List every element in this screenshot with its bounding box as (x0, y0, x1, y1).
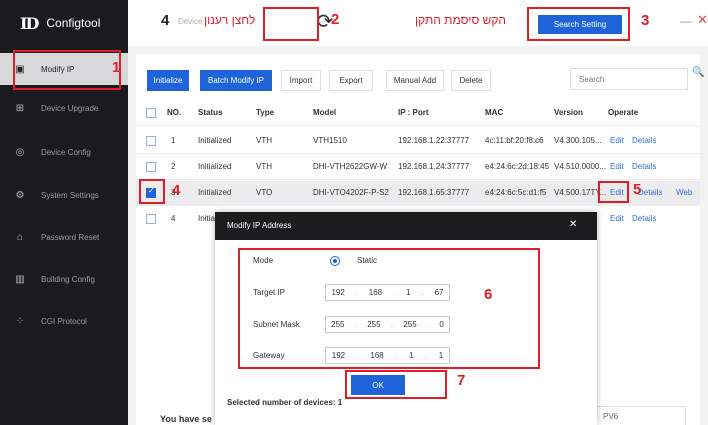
annotation-box-2 (263, 7, 319, 41)
row-type: VTH (256, 162, 272, 171)
upgrade-icon: ⊞ (15, 102, 25, 114)
row-status: Initialized (198, 188, 232, 197)
settings-icon: ⚙ (15, 189, 25, 201)
edit-link[interactable]: Edit (610, 207, 624, 231)
edit-link[interactable]: Edit (610, 129, 624, 153)
row-version: V4.300.105... (554, 136, 602, 145)
col-mac: MAC (485, 108, 504, 117)
initialize-button[interactable]: Initialize (147, 70, 189, 91)
annotation-number-1: 1 (112, 59, 121, 76)
annotation-number-4-top: 4 (161, 12, 170, 29)
row-mac: e4:24:6c:2d:18:45 (485, 162, 550, 171)
annotation-number-5: 5 (633, 181, 642, 198)
row-type: VTH (256, 136, 272, 145)
config-icon: ◎ (15, 146, 25, 158)
import-button[interactable]: Import (281, 70, 321, 91)
row-status: Initialized (198, 136, 232, 145)
row-ip-port: 192.168.1.24:37777 (398, 162, 470, 171)
annotation-number-3: 3 (641, 12, 650, 29)
sidebar-item-label: CGI Protocol (41, 316, 87, 326)
annotation-hebrew-search: הקש סיסמת התקן (415, 13, 506, 27)
row-model: DHI-VTO4202F-P-S2 (313, 188, 389, 197)
select-all-checkbox[interactable] (146, 108, 156, 118)
details-link[interactable]: Details (632, 155, 656, 179)
sidebar-item-building-config[interactable]: ▥ Building Config (0, 263, 128, 295)
details-link[interactable]: Details (638, 181, 662, 205)
selected-count-text: Selected number of devices: 1 (227, 398, 343, 407)
edit-link[interactable]: Edit (610, 155, 624, 179)
dialog-title: Modify IP Address (215, 212, 597, 240)
sidebar-item-label: Building Config (41, 274, 95, 284)
annotation-box-7 (345, 370, 447, 399)
sidebar-item-label: Device Config (41, 147, 91, 157)
col-model: Model (313, 108, 337, 117)
annotation-box-3 (527, 7, 630, 41)
row-type: VTO (256, 188, 273, 197)
app-logo: ID Configtool (0, 0, 128, 46)
export-button[interactable]: Export (329, 70, 373, 91)
row-checkbox[interactable] (146, 162, 156, 172)
row-ip-port: 192.168.1.65:37777 (398, 188, 470, 197)
sidebar-item-device-upgrade[interactable]: ⊞ Device Upgrade (0, 92, 128, 124)
table-row[interactable]: 2 Initialized VTH DHI-VTH2622GW-W 192.16… (136, 155, 700, 179)
web-link[interactable]: Web (676, 181, 692, 205)
logo-mark: ID (20, 13, 39, 33)
row-checkbox[interactable] (146, 136, 156, 146)
col-version: Version (554, 108, 583, 117)
row-mac: e4:24:6c:5c:d1:f5 (485, 188, 547, 197)
sidebar-item-cgi-protocol[interactable]: ⁘ CGI Protocol (0, 305, 128, 337)
table-header: NO. Status Type Model IP : Port MAC Vers… (136, 101, 700, 125)
dialog-close-icon[interactable]: ✕ (569, 219, 577, 230)
bottom-status-text: You have se (160, 414, 212, 424)
details-link[interactable]: Details (632, 129, 656, 153)
row-model: VTH1510 (313, 136, 347, 145)
lock-icon: ⌂ (16, 231, 24, 243)
col-operate: Operate (608, 108, 639, 117)
search-input[interactable] (570, 68, 688, 90)
annotation-box-5 (598, 181, 629, 203)
details-link[interactable]: Details (632, 207, 656, 231)
app-title: Configtool (46, 16, 101, 30)
minimize-icon[interactable]: — (680, 14, 692, 28)
row-ip-port: 192.168.1.22:37777 (398, 136, 470, 145)
sidebar-item-label: Password Reset (41, 232, 100, 242)
annotation-hebrew-refresh: לחצן רענון (204, 13, 256, 27)
annotation-number-7: 7 (457, 372, 466, 389)
delete-button[interactable]: Delete (451, 70, 491, 91)
row-mac: 4c:11:bf:20:f8:c6 (485, 136, 544, 145)
col-status: Status (198, 108, 223, 117)
annotation-number-6: 6 (484, 286, 493, 303)
search-icon[interactable]: 🔍 (692, 67, 704, 78)
col-no: NO. (167, 108, 182, 117)
row-no: 2 (171, 162, 176, 171)
annotation-box-1 (13, 50, 121, 90)
table-row[interactable]: 1 Initialized VTH VTH1510 192.168.1.22:3… (136, 129, 700, 153)
col-ip-port: IP : Port (398, 108, 429, 117)
sidebar-item-label: Device Upgrade (41, 103, 99, 113)
close-icon[interactable]: ✕ (697, 12, 708, 28)
row-model: DHI-VTH2622GW-W (313, 162, 388, 171)
sidebar-item-password-reset[interactable]: ⌂ Password Reset (0, 221, 128, 253)
ip-version-field[interactable]: PV6 (586, 406, 686, 425)
sidebar-item-device-config[interactable]: ◎ Device Config (0, 136, 128, 168)
annotation-number-2: 2 (331, 11, 340, 28)
row-no: 1 (171, 136, 176, 145)
sidebar-item-label: System Settings (41, 190, 99, 200)
row-status: Initia (198, 214, 215, 223)
row-no: 4 (171, 214, 176, 223)
row-version: V4.510.0000... (554, 162, 607, 171)
row-status: Initialized (198, 162, 232, 171)
col-type: Type (256, 108, 275, 117)
manual-add-button[interactable]: Manual Add (386, 70, 444, 91)
sidebar-item-system-settings[interactable]: ⚙ System Settings (0, 179, 128, 211)
cgi-icon: ⁘ (15, 315, 25, 327)
building-icon: ▥ (15, 273, 25, 285)
annotation-box-6 (238, 248, 540, 369)
row-checkbox[interactable] (146, 214, 156, 224)
annotation-box-4 (139, 179, 165, 204)
device-tab[interactable]: Device (178, 17, 202, 26)
batch-modify-ip-button[interactable]: Batch Modify IP (200, 70, 272, 91)
annotation-number-4: 4 (172, 182, 181, 199)
